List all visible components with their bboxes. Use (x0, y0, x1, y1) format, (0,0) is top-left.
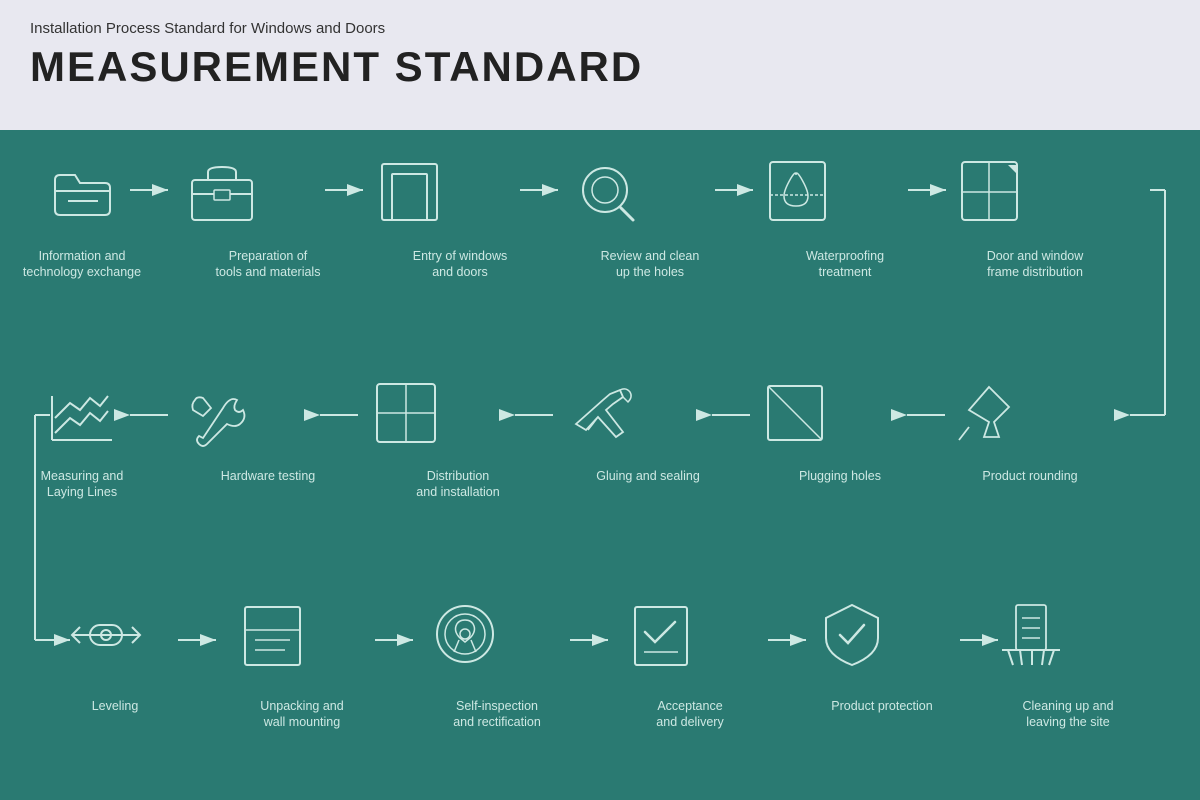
svg-text:technology exchange: technology exchange (23, 265, 141, 279)
header-title: MEASUREMENT STANDARD (30, 43, 1170, 91)
svg-text:and rectification: and rectification (453, 715, 541, 729)
svg-text:wall mounting: wall mounting (263, 715, 340, 729)
step-icon-level (72, 625, 140, 645)
svg-text:Acceptance: Acceptance (657, 699, 722, 713)
step-icon-entry (382, 164, 437, 220)
svg-text:tools and materials: tools and materials (216, 265, 321, 279)
svg-text:leaving the site: leaving the site (1026, 715, 1109, 729)
svg-text:up the holes: up the holes (616, 265, 684, 279)
step-icon-unpack (245, 607, 300, 665)
svg-text:frame distribution: frame distribution (987, 265, 1083, 279)
step-icon-accept (635, 607, 687, 665)
step-icon-measure (52, 396, 112, 440)
step-icon-protect (826, 605, 878, 665)
svg-text:Preparation of: Preparation of (229, 249, 308, 263)
process-flow-svg: Information and technology exchange Prep… (20, 150, 1180, 790)
svg-text:Self-inspection: Self-inspection (456, 699, 538, 713)
svg-text:Review and clean: Review and clean (601, 249, 700, 263)
header-subtitle: Installation Process Standard for Window… (30, 20, 1170, 37)
svg-text:Unpacking and: Unpacking and (260, 699, 343, 713)
svg-text:Product rounding: Product rounding (982, 469, 1077, 483)
step-icon-frame (962, 162, 1017, 220)
step-icon-waterproof (770, 162, 825, 220)
svg-text:Plugging holes: Plugging holes (799, 469, 881, 483)
header: Installation Process Standard for Window… (0, 0, 1200, 130)
svg-text:Distribution: Distribution (427, 469, 490, 483)
step-icon-hardware (192, 397, 244, 446)
svg-text:Gluing and sealing: Gluing and sealing (596, 469, 700, 483)
svg-text:and delivery: and delivery (656, 715, 724, 729)
step-icon-product-round (959, 387, 1009, 440)
svg-text:treatment: treatment (819, 265, 872, 279)
step-icon-self-inspect (437, 606, 493, 662)
step-icon-clean (1002, 605, 1060, 665)
svg-text:Waterproofing: Waterproofing (806, 249, 884, 263)
svg-text:and installation: and installation (416, 485, 499, 499)
main-diagram: Information and technology exchange Prep… (0, 130, 1200, 800)
svg-text:and doors: and doors (432, 265, 488, 279)
step-icon-glue (576, 389, 631, 437)
svg-text:Entry of windows: Entry of windows (413, 249, 507, 263)
svg-text:Door and window: Door and window (987, 249, 1085, 263)
svg-text:Leveling: Leveling (92, 699, 139, 713)
svg-text:Laying Lines: Laying Lines (47, 485, 117, 499)
svg-text:Information and: Information and (39, 249, 126, 263)
svg-text:Measuring and: Measuring and (41, 469, 124, 483)
step-icon-prep (192, 167, 252, 220)
svg-text:Hardware testing: Hardware testing (221, 469, 316, 483)
step-icon-info (55, 175, 110, 215)
step-icon-review (583, 168, 633, 220)
svg-text:Cleaning up and: Cleaning up and (1022, 699, 1113, 713)
svg-text:Product protection: Product protection (831, 699, 932, 713)
step-icon-distrib (377, 384, 435, 442)
step-icon-plug (768, 386, 822, 440)
